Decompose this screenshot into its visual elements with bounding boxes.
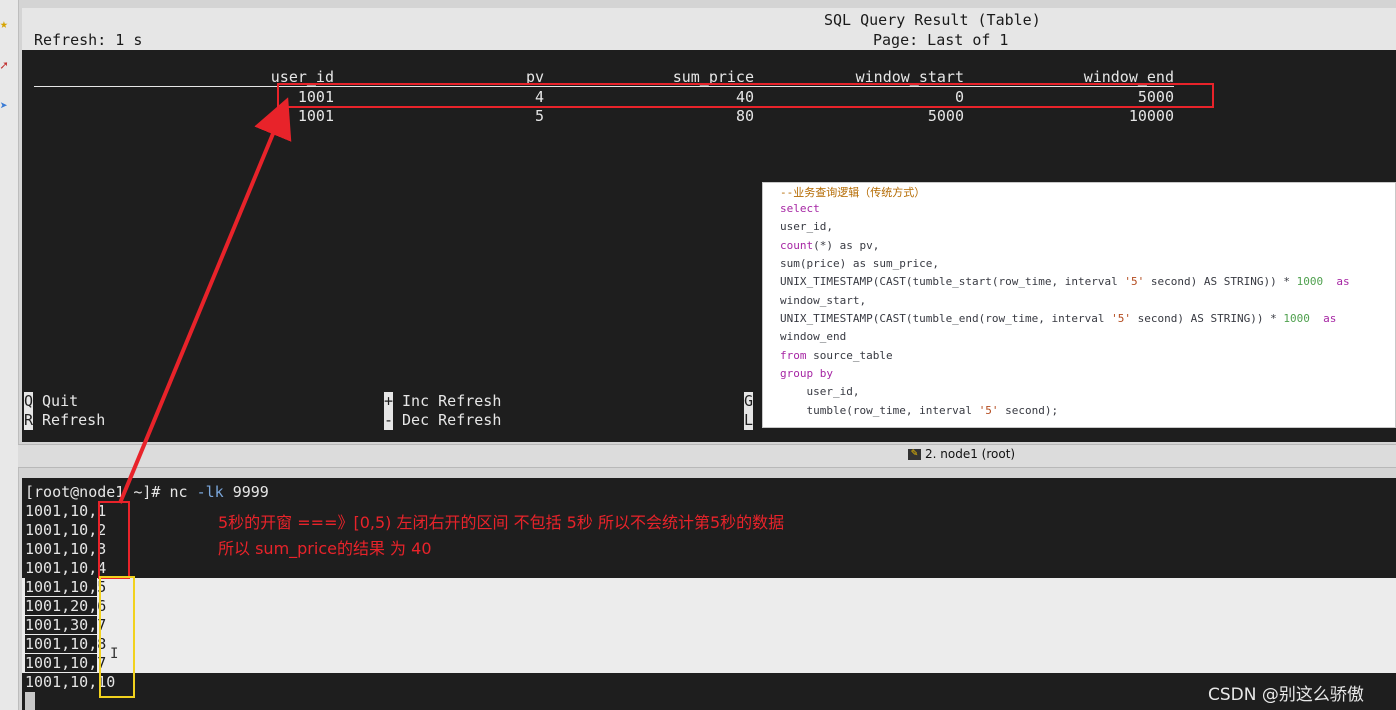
key-label: Inc Refresh xyxy=(402,392,502,410)
code-line: user_id, xyxy=(780,385,860,398)
send-icon: ➤ xyxy=(0,99,8,114)
code-token: '5' xyxy=(1111,312,1132,325)
shell-arg: 9999 xyxy=(223,483,269,501)
annotation-line-2: 所以 sum_price的结果 为 40 xyxy=(218,539,432,558)
key-hint-inc-refresh[interactable]: + Inc Refresh xyxy=(384,392,501,411)
table-cell: 5 xyxy=(534,107,544,125)
shell-output-line: 1001,20,6 xyxy=(25,597,106,616)
line-prefix: 1001,10, xyxy=(25,540,98,558)
shell-output-line: 1001,10,7 xyxy=(25,654,106,673)
line-prefix: 1001,10, xyxy=(25,521,98,539)
line-prefix: 1001,20, xyxy=(25,597,98,615)
shell-output-line: 1001,10,4 xyxy=(25,559,106,578)
key-label: Dec Refresh xyxy=(402,411,502,429)
shell-output-line: 1001,10,1 xyxy=(25,502,106,521)
code-line: window_start, xyxy=(780,294,867,307)
code-token: as xyxy=(1323,275,1350,288)
refresh-rate: Refresh: 1 s xyxy=(34,31,143,49)
code-token: as xyxy=(1309,312,1337,325)
key-l: L xyxy=(744,411,754,430)
watermark: CSDN @别这么骄傲 xyxy=(1208,685,1364,705)
table-cell: 1001 xyxy=(297,107,334,125)
key-hint-quit[interactable]: Q Quit xyxy=(24,392,78,411)
terminal-cursor xyxy=(25,692,35,710)
selection-highlight xyxy=(22,578,1396,673)
code-token: second); xyxy=(998,404,1059,417)
window-edge-strip: ★ ➚ ➤ xyxy=(0,0,19,710)
key-g: G xyxy=(744,392,754,411)
highlight-seconds-1-4-box xyxy=(98,501,130,579)
code-line: UNIX_TIMESTAMP(CAST(tumble_start(row_tim… xyxy=(780,275,1350,288)
line-prefix: 1001,10, xyxy=(25,635,98,653)
key-label: Refresh xyxy=(42,411,106,429)
page-indicator: Page: Last of 1 xyxy=(873,31,1009,49)
code-comment: --业务查询逻辑（传统方式） xyxy=(780,186,926,199)
tab-node1[interactable]: ✎ 2. node1 (root) xyxy=(908,447,1015,461)
result-header: SQL Query Result (Table) Refresh: 1 s Pa… xyxy=(22,8,1396,50)
code-line: select xyxy=(780,202,820,215)
code-token: 1000 xyxy=(1296,275,1324,288)
key-hint-dec-refresh[interactable]: - Dec Refresh xyxy=(384,411,501,430)
key-hint-refresh[interactable]: R Refresh xyxy=(24,411,105,430)
terminal-tab-bar: ✎ 2. node1 (root) xyxy=(18,444,1396,468)
line-prefix: 1001,10, xyxy=(25,654,98,672)
line-prefix: 1001,10, xyxy=(25,559,98,577)
code-token: source_table xyxy=(806,349,893,362)
highlight-first-row-box xyxy=(277,83,1214,108)
key-hint-g[interactable]: G xyxy=(744,392,753,411)
sql-code-snippet: --业务查询逻辑（传统方式） select user_id, count(*) … xyxy=(762,182,1396,428)
code-line: from source_table xyxy=(780,349,893,362)
shell-output-line: 1001,10,8 xyxy=(25,635,106,654)
annotation-note: 5秒的开窗 ===》[0,5) 左闭右开的区间 不包括 5秒 所以不会统计第5秒… xyxy=(218,510,784,562)
code-token: tumble(row_time, interval xyxy=(780,404,979,417)
annotation-line-1: 5秒的开窗 ===》[0,5) 左闭右开的区间 不包括 5秒 所以不会统计第5秒… xyxy=(218,513,785,532)
code-token: second) AS STRING)) * xyxy=(1131,312,1284,325)
code-line: count(*) as pv, xyxy=(780,239,879,252)
star-icon: ★ xyxy=(0,17,8,32)
shell-output-line: 1001,10,2 xyxy=(25,521,106,540)
table-cell: 10000 xyxy=(1128,107,1174,125)
code-line: sum(price) as sum_price, xyxy=(780,257,939,270)
code-token: UNIX_TIMESTAMP(CAST(tumble_start(row_tim… xyxy=(780,275,1125,288)
code-line: group by xyxy=(780,367,833,380)
highlight-seconds-5-10-box xyxy=(99,576,135,698)
shell-prompt: [root@node1 ~]# xyxy=(25,483,170,501)
code-token: 1000 xyxy=(1283,312,1310,325)
key-q: Q xyxy=(24,392,34,411)
terminal-icon: ✎ xyxy=(908,449,921,460)
code-token: UNIX_TIMESTAMP(CAST(tumble_end(row_time,… xyxy=(780,312,1112,325)
shell-output-line: 1001,10,5 xyxy=(25,578,106,597)
shell-output-line: 1001,10,3 xyxy=(25,540,106,559)
key-minus: - xyxy=(384,411,394,430)
code-token: '5' xyxy=(1124,275,1145,288)
table-cell: 80 xyxy=(735,107,754,125)
key-r: R xyxy=(24,411,34,430)
result-title: SQL Query Result (Table) xyxy=(824,11,1041,29)
shell-output-line: 1001,30,7 xyxy=(25,616,106,635)
shell-command-line: [root@node1 ~]# nc -lk 9999 xyxy=(25,483,269,502)
code-token: count xyxy=(780,239,814,252)
code-line: tumble(row_time, interval '5' second); xyxy=(780,404,1058,417)
key-plus: + xyxy=(384,392,394,411)
code-line: user_id, xyxy=(780,220,833,233)
code-line: window_end xyxy=(780,330,847,343)
line-prefix: 1001,30, xyxy=(25,616,98,634)
bookmark-icon: ➚ xyxy=(0,59,8,74)
code-token: second) AS STRING)) * xyxy=(1144,275,1297,288)
shell-flag: -lk xyxy=(187,483,224,501)
line-prefix: 1001,10, xyxy=(25,502,98,520)
key-hint-l[interactable]: L xyxy=(744,411,753,430)
code-token: (*) as pv, xyxy=(813,239,880,252)
code-line: UNIX_TIMESTAMP(CAST(tumble_end(row_time,… xyxy=(780,312,1336,325)
table-cell: 5000 xyxy=(927,107,964,125)
shell-cmd: nc xyxy=(169,483,188,501)
code-token: from xyxy=(780,349,807,362)
line-prefix: 1001,10, xyxy=(25,673,98,691)
tab-label: 2. node1 (root) xyxy=(925,447,1016,461)
key-label: Quit xyxy=(42,392,79,410)
line-prefix: 1001,10, xyxy=(25,578,98,596)
code-token: '5' xyxy=(978,404,999,417)
